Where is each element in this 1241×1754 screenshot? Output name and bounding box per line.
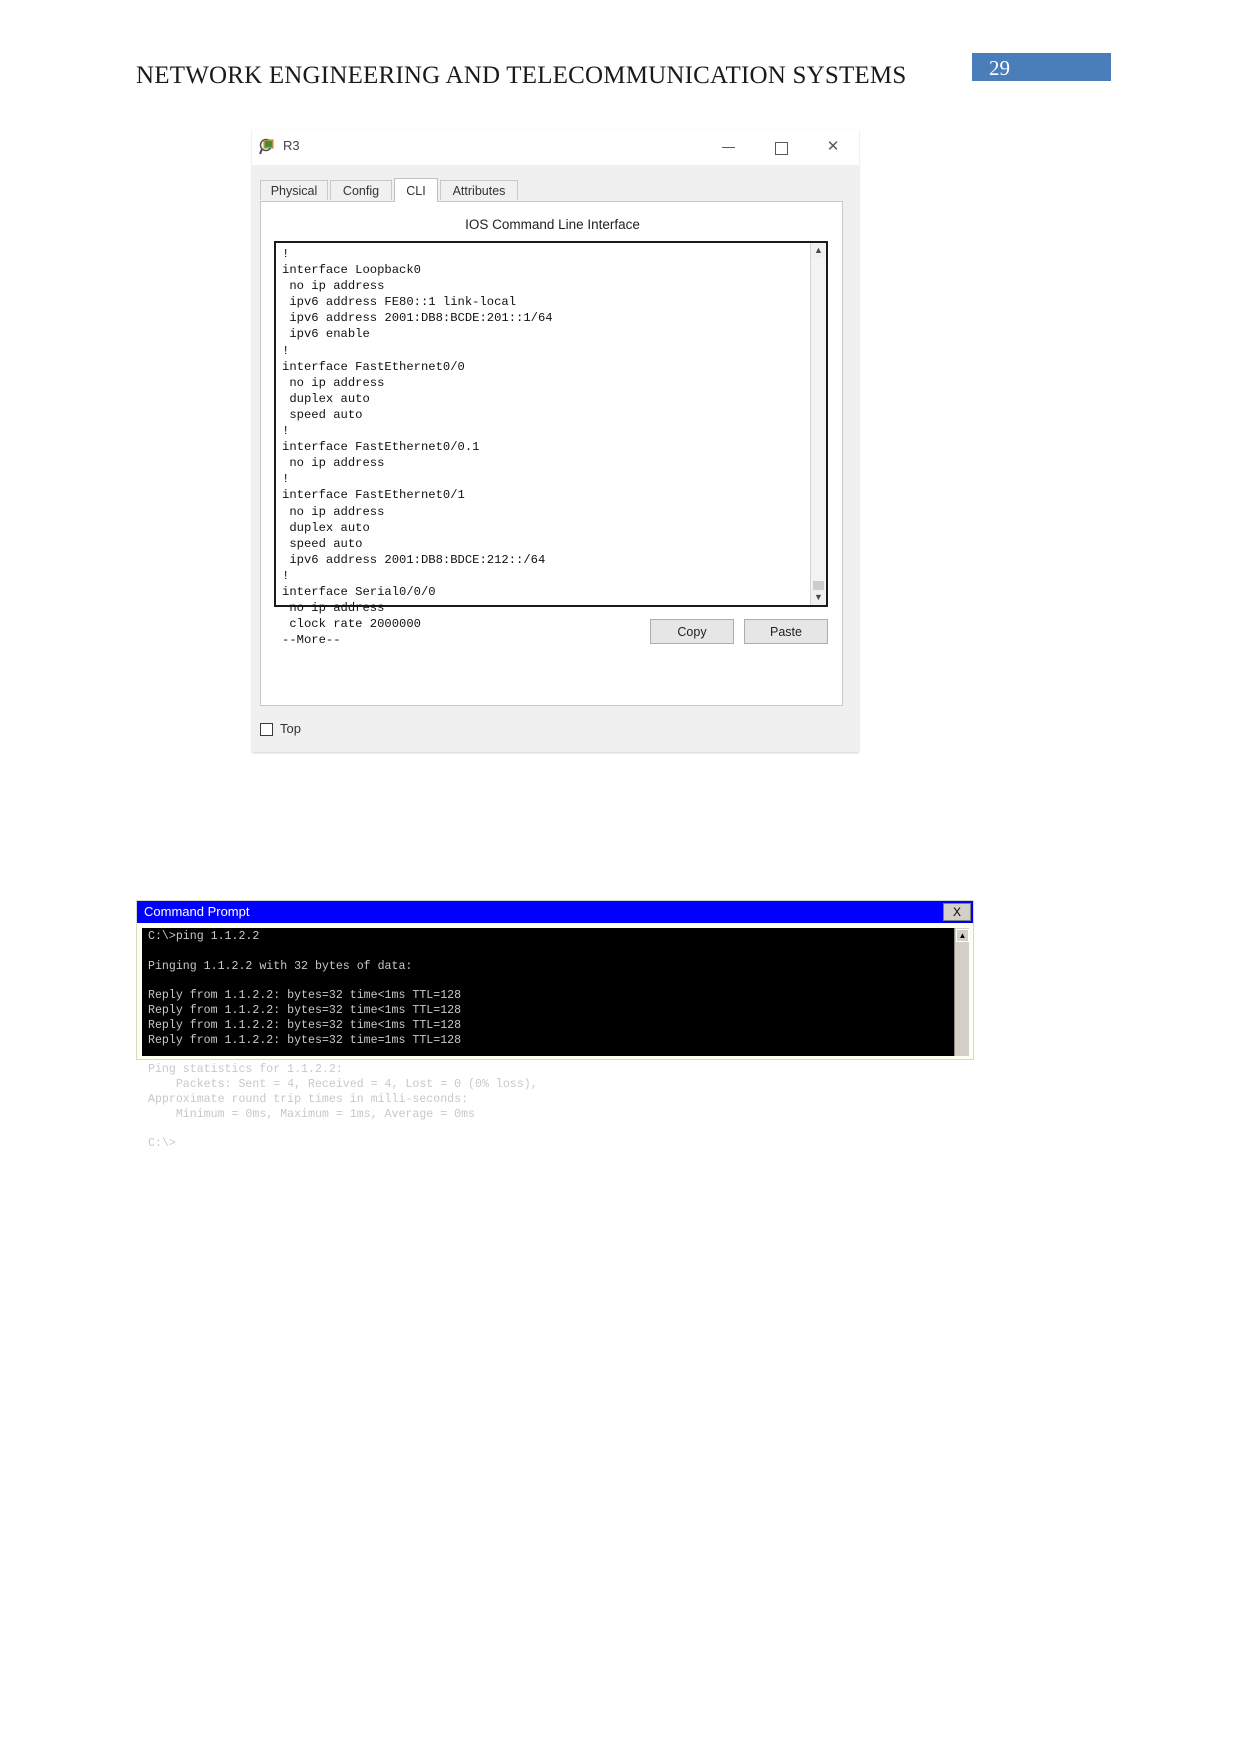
- cli-terminal[interactable]: ! interface Loopback0 no ip address ipv6…: [274, 241, 828, 647]
- device-window-title: R3: [283, 138, 300, 153]
- page-number-badge: 29: [972, 53, 1111, 81]
- device-window: R3 ✕ Physical Config CLI Attributes IOS …: [252, 129, 859, 752]
- command-prompt-close-button[interactable]: X: [943, 903, 971, 921]
- command-prompt-output: C:\>ping 1.1.2.2 Pinging 1.1.2.2 with 32…: [148, 930, 538, 1151]
- page-title: NETWORK ENGINEERING AND TELECOMMUNICATIO…: [136, 62, 907, 89]
- minimize-icon: [722, 147, 735, 148]
- document-header: NETWORK ENGINEERING AND TELECOMMUNICATIO…: [0, 0, 1241, 110]
- cli-button-row: Copy Paste: [261, 619, 844, 645]
- command-prompt-title: Command Prompt: [144, 904, 250, 919]
- scroll-up-icon[interactable]: ▲: [811, 243, 826, 258]
- tab-cli[interactable]: CLI: [394, 178, 438, 202]
- scroll-up-icon[interactable]: ▲: [956, 929, 969, 942]
- cli-scrollbar[interactable]: ▲ ▼: [810, 243, 826, 605]
- copy-button[interactable]: Copy: [650, 619, 734, 644]
- page-number-text: 29: [989, 56, 1010, 80]
- command-prompt-window: Command Prompt X C:\>ping 1.1.2.2 Pingin…: [136, 900, 974, 1150]
- close-button[interactable]: ✕: [815, 134, 851, 160]
- device-window-body: Physical Config CLI Attributes IOS Comma…: [252, 165, 859, 752]
- cli-tab-panel: IOS Command Line Interface ! interface L…: [260, 201, 843, 706]
- maximize-icon: [775, 142, 788, 155]
- command-prompt-scrollbar[interactable]: ▲: [954, 928, 969, 1056]
- tab-config[interactable]: Config: [330, 180, 392, 200]
- scroll-down-icon[interactable]: ▼: [811, 590, 826, 605]
- top-checkbox-label: Top: [280, 721, 301, 736]
- device-window-titlebar[interactable]: R3 ✕: [252, 129, 859, 165]
- command-prompt-console[interactable]: C:\>ping 1.1.2.2 Pinging 1.1.2.2 with 32…: [142, 928, 969, 1150]
- maximize-button[interactable]: [763, 134, 799, 160]
- router-device-icon: [259, 138, 277, 156]
- tab-physical[interactable]: Physical: [260, 180, 328, 200]
- cli-output-text: ! interface Loopback0 no ip address ipv6…: [282, 247, 553, 648]
- command-prompt-titlebar[interactable]: Command Prompt X: [137, 901, 973, 923]
- paste-button[interactable]: Paste: [744, 619, 828, 644]
- cli-heading: IOS Command Line Interface: [465, 217, 640, 232]
- top-checkbox[interactable]: [260, 723, 273, 736]
- minimize-button[interactable]: [711, 134, 747, 160]
- tab-attributes[interactable]: Attributes: [440, 180, 518, 200]
